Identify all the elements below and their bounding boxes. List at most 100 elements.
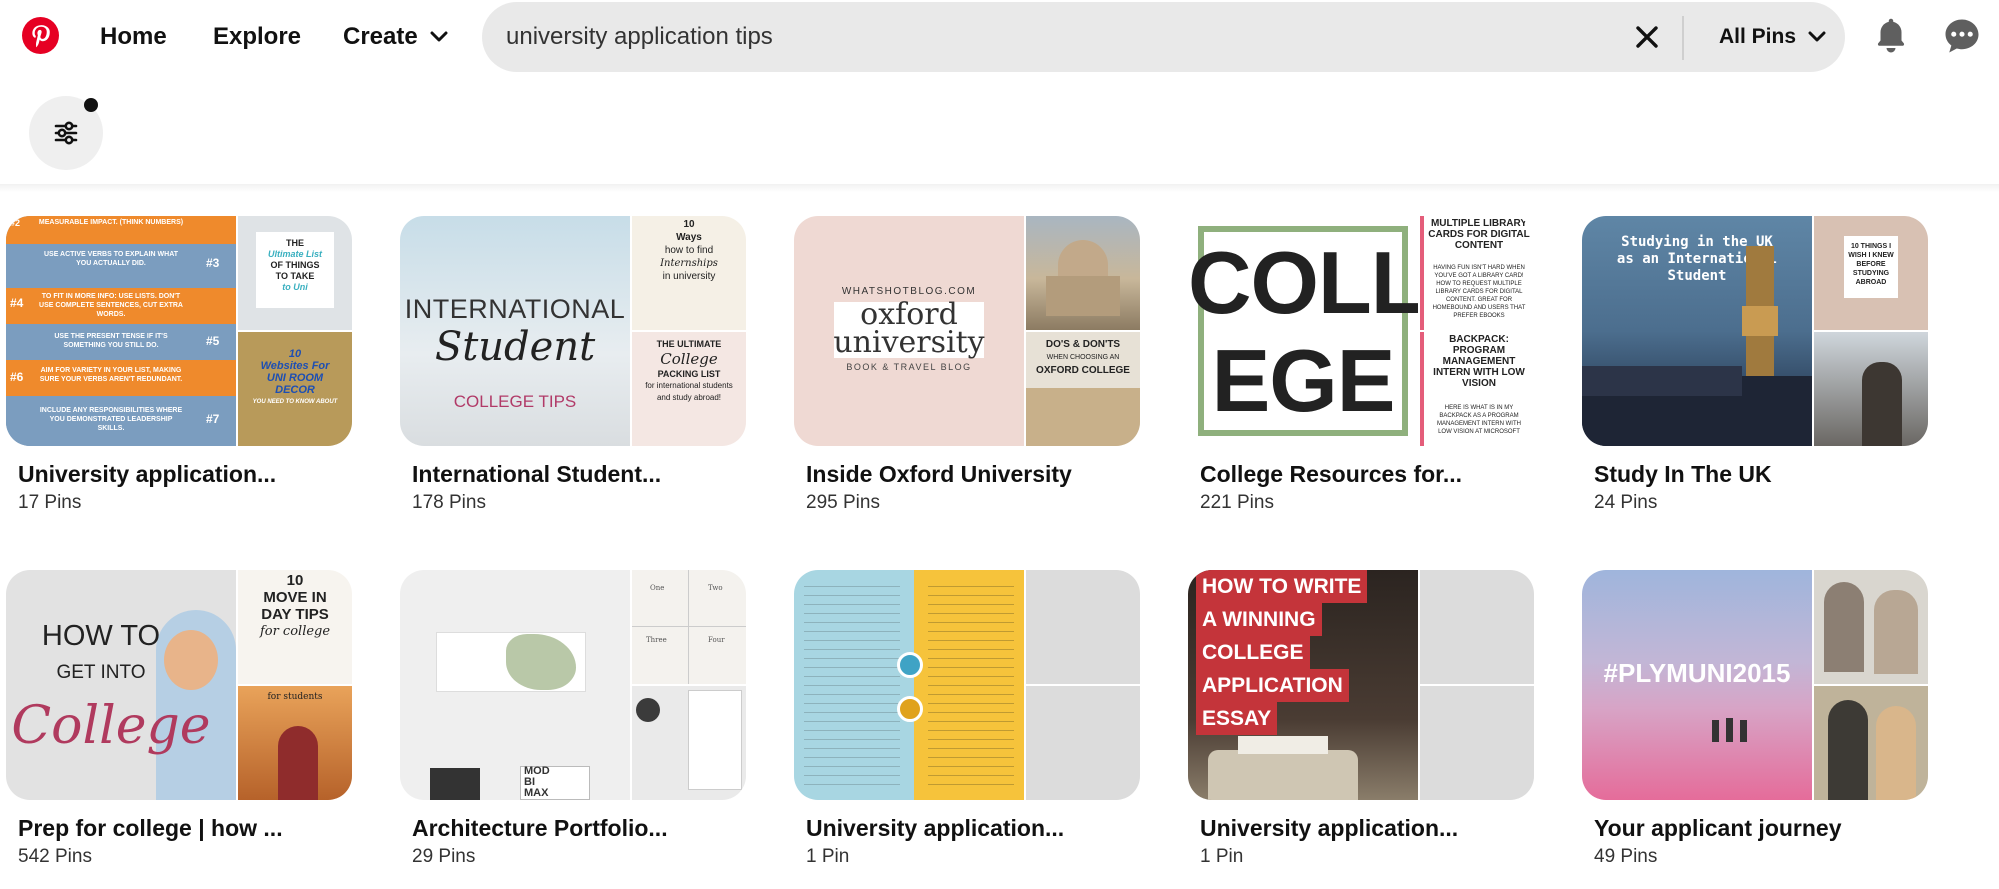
cover-main-image: MOD BI MAX (400, 570, 630, 800)
board-pin-count: 221 Pins (1200, 492, 1274, 513)
cover-side-image (632, 686, 746, 800)
board-card[interactable]: HOW TO WRITE A WINNING COLLEGE APPLICATI… (1188, 570, 1534, 868)
cover-text: YOU NEED TO KNOW ABOUT (252, 399, 338, 405)
cover-text: Three (646, 636, 667, 644)
cover-side-image: THE Ultimate List OF THINGS TO TAKE to U… (238, 216, 352, 330)
cover-text: WISH I KNEW (1848, 252, 1894, 259)
cover-text: Studying in the UK (1621, 234, 1773, 250)
cover-text: INTERNATIONAL (404, 294, 626, 324)
cover-side-image: for students (238, 686, 352, 800)
cover-text: COLLEGE TIPS (453, 392, 577, 411)
cover-text: Ultimate List (267, 249, 322, 259)
cover-text: COLL (1188, 233, 1418, 332)
cover-text: Student (1667, 268, 1727, 284)
sliders-icon (54, 121, 78, 145)
cover-text: university (833, 325, 985, 360)
cover-side-images: 10 THINGS I WISH I KNEW BEFORE STUDYING … (1814, 216, 1928, 446)
cover-side-placeholder (1420, 686, 1534, 800)
filter-active-indicator (84, 98, 98, 112)
cover-text: UNI ROOM (266, 372, 324, 384)
chevron-down-icon (1808, 31, 1826, 42)
board-title: Inside Oxford University (806, 461, 1072, 487)
cover-text: DECOR (275, 384, 315, 396)
board-title: Study In The UK (1594, 461, 1772, 487)
cover-side-placeholder (1420, 570, 1534, 684)
cover-side-image (1814, 332, 1928, 446)
cover-side-images (1420, 570, 1534, 800)
board-card[interactable]: University application... 1 Pin (794, 570, 1140, 868)
nav-explore[interactable]: Explore (213, 0, 301, 74)
cover-side-placeholder (1026, 570, 1140, 684)
board-card[interactable]: INTERNATIONAL Student COLLEGE TIPS 10 Wa… (400, 216, 746, 514)
cover-number: #3 (206, 256, 220, 270)
cover-text: PACKING LIST (657, 369, 721, 379)
cover-text: MOVE IN (263, 589, 327, 606)
cover-text: INCLUDE ANY RESPONSIBILITIES WHERE YOU D… (39, 407, 183, 432)
cover-text: #PLYMUNI2015 (1603, 658, 1791, 688)
cover-main-image: INTERNATIONAL Student COLLEGE TIPS (400, 216, 630, 446)
cover-side-images: DO'S & DON'TS WHEN CHOOSING AN OXFORD CO… (1026, 216, 1140, 446)
pinterest-logo-icon[interactable] (22, 17, 59, 54)
cover-text: how to find (664, 245, 714, 256)
board-title: Your applicant journey (1594, 815, 1842, 841)
cover-text: APPLICATION (1196, 669, 1349, 702)
cover-text: MULTIPLE LIBRARY CARDS FOR DIGITAL CONTE… (1428, 218, 1530, 251)
cover-side-image (1814, 686, 1928, 800)
cover-text: Four (708, 636, 725, 644)
search-bar: All Pins (482, 2, 1845, 72)
close-icon[interactable] (1634, 24, 1660, 50)
cover-side-image: One Two Three Four (632, 570, 746, 684)
cover-text: Websites For (260, 360, 330, 372)
cover-number: #5 (206, 334, 220, 348)
cover-text: 10 (286, 572, 304, 589)
cover-main-image: HOW TO WRITE A WINNING COLLEGE APPLICATI… (1188, 570, 1418, 800)
board-title: Prep for college | how ... (18, 815, 283, 841)
cover-text: College (11, 696, 211, 756)
cover-text: College (660, 350, 718, 368)
board-cover: COLL EGE MULTIPLE LIBRARY CARDS FOR DIGI… (1188, 216, 1534, 446)
board-pin-count: 29 Pins (412, 846, 476, 867)
cover-main-image (794, 570, 1024, 800)
bell-icon[interactable] (1873, 18, 1909, 54)
board-cover: MEASURABLE IMPACT. (THINK NUMBERS) USE A… (6, 216, 352, 446)
search-scope-label: All Pins (1719, 25, 1797, 48)
search-input[interactable] (506, 2, 1606, 72)
cover-text: 10 (288, 348, 302, 360)
board-cover: WHATSHOTBLOG.COM oxford university BOOK … (794, 216, 1140, 446)
board-card[interactable]: HOW TO GET INTO College 10 MOVE IN DAY T… (6, 570, 352, 868)
chevron-down-icon (430, 31, 448, 42)
board-card[interactable]: COLL EGE MULTIPLE LIBRARY CARDS FOR DIGI… (1188, 216, 1534, 514)
cover-text: DAY TIPS (261, 606, 329, 623)
cover-side-image: DO'S & DON'TS WHEN CHOOSING AN OXFORD CO… (1026, 332, 1140, 446)
cover-main-image: COLL EGE (1188, 216, 1418, 446)
cover-text: for students (267, 692, 323, 702)
cover-text: THE ULTIMATE (656, 339, 722, 349)
cover-text: USE THE PRESENT TENSE IF IT'S SOMETHING … (54, 333, 168, 349)
cover-text: HOW TO WRITE (1196, 570, 1368, 603)
cover-text: MEASURABLE IMPACT. (THINK NUMBERS) (38, 219, 184, 226)
cover-text: HOW TO (41, 620, 161, 652)
cover-number: #4 (10, 296, 24, 310)
cover-text: OXFORD COLLEGE (1036, 365, 1130, 376)
board-pin-count: 24 Pins (1594, 492, 1658, 513)
header-separator (0, 184, 1999, 192)
board-card[interactable]: MOD BI MAX One Two Three Four Architectu… (400, 570, 746, 868)
board-title: Architecture Portfolio... (412, 815, 668, 841)
board-title: College Resources for... (1200, 461, 1463, 487)
cover-text: TO TAKE (275, 271, 315, 281)
nav-home[interactable]: Home (100, 0, 167, 74)
search-scope-dropdown[interactable]: All Pins (1719, 2, 1826, 72)
board-card[interactable]: WHATSHOTBLOG.COM oxford university BOOK … (794, 216, 1140, 514)
cover-text: TO FIT IN MORE INFO: USE LISTS. DON'T US… (39, 293, 183, 318)
cover-side-image (1814, 570, 1928, 684)
chat-icon[interactable] (1944, 18, 1980, 54)
cover-text: for college (259, 624, 331, 639)
board-card[interactable]: MEASURABLE IMPACT. (THINK NUMBERS) USE A… (6, 216, 352, 514)
board-pin-count: 17 Pins (18, 492, 82, 513)
nav-create[interactable]: Create (343, 0, 448, 74)
cover-text: A WINNING (1196, 603, 1322, 636)
board-card[interactable]: Studying in the UK as an International S… (1582, 216, 1928, 514)
cover-side-image: 10 Ways how to find Internships in unive… (632, 216, 746, 330)
board-card[interactable]: #PLYMUNI2015 Your applicant journey 49 P… (1582, 570, 1928, 868)
board-cover: HOW TO WRITE A WINNING COLLEGE APPLICATI… (1188, 570, 1534, 800)
